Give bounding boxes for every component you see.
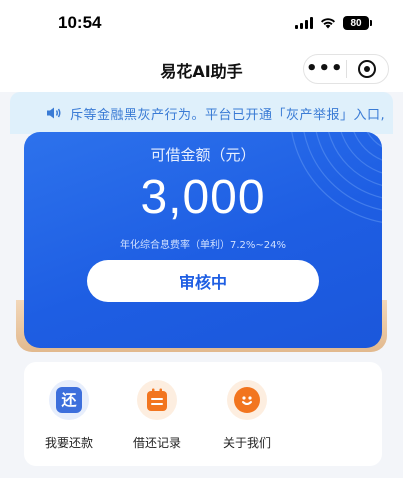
more-icon[interactable]: ••• xyxy=(304,55,346,83)
record-icon-bg xyxy=(137,380,177,420)
wifi-icon xyxy=(321,18,335,29)
close-target-button[interactable] xyxy=(346,60,388,78)
service-label: 借还记录 xyxy=(132,436,181,450)
status-icons: 80 xyxy=(295,16,372,30)
loan-card: 可借金额（元） 3,000 年化综合息费率（单利）7.2%~24% 审核中 xyxy=(24,132,382,348)
miniprogram-capsule: ••• xyxy=(303,54,389,84)
under-review-button[interactable]: 审核中 xyxy=(87,260,319,302)
service-about[interactable]: 关于我们 xyxy=(212,380,282,451)
smile-icon xyxy=(234,387,260,413)
service-label: 关于我们 xyxy=(222,436,271,450)
notice-bar[interactable]: 斥等金融黑灰产行为。平台已开通「灰产举报」入口, xyxy=(10,92,393,134)
about-icon-bg xyxy=(227,380,267,420)
target-icon xyxy=(358,60,377,78)
service-label: 我要还款 xyxy=(44,436,93,450)
repay-icon-bg: 还 xyxy=(49,380,89,420)
notice-text: 斥等金融黑灰产行为。平台已开通「灰产举报」入口, xyxy=(70,108,386,123)
service-records[interactable]: 借还记录 xyxy=(122,380,192,451)
speaker-icon xyxy=(47,107,61,119)
service-repay[interactable]: 还 我要还款 xyxy=(34,380,104,451)
status-bar: 10:54 80 xyxy=(0,0,403,46)
record-icon xyxy=(147,388,167,411)
services-panel: 还 我要还款 借还记录 关于我们 xyxy=(24,362,382,466)
repay-icon: 还 xyxy=(56,387,82,413)
signal-icon xyxy=(295,17,313,29)
available-amount: 3,000 xyxy=(140,171,266,224)
interest-rate-text: 年化综合息费率（单利）7.2%~24% xyxy=(119,240,286,251)
battery-icon: 80 xyxy=(343,16,372,30)
nav-bar: 易花AI助手 ••• xyxy=(0,46,403,92)
available-amount-label: 可借金额（元） xyxy=(150,146,256,164)
status-time: 10:54 xyxy=(58,13,102,32)
